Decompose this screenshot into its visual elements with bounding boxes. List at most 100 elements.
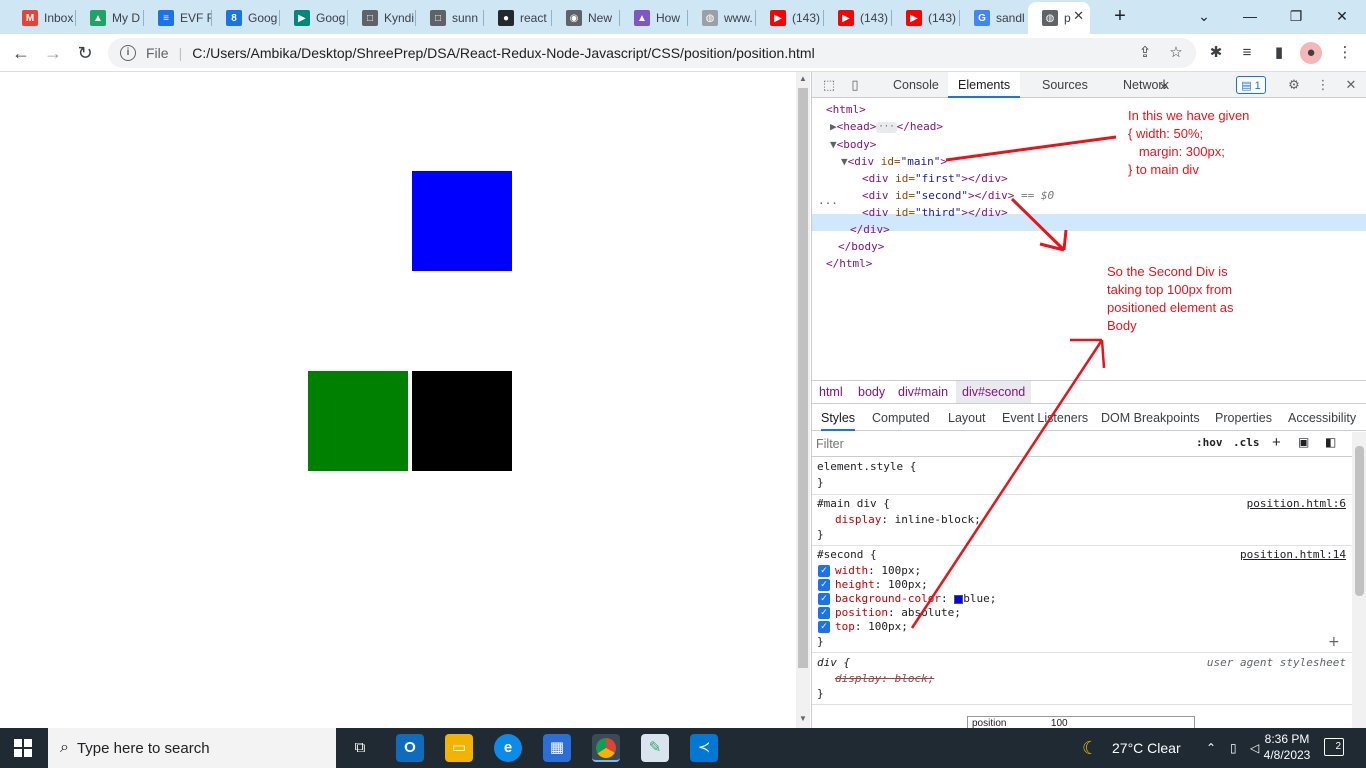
breadcrumb-div-second[interactable]: div#second (956, 381, 1032, 403)
profile-avatar[interactable]: ● (1300, 42, 1322, 64)
browser-tab[interactable]: ▶ (143) (892, 4, 960, 32)
browser-tab[interactable]: ▲ How (620, 4, 688, 32)
weather-text[interactable]: 27°C Clear (1112, 728, 1181, 768)
subtab-event-listeners[interactable]: Event Listeners (1002, 405, 1088, 431)
add-declaration-icon[interactable]: + (1328, 635, 1340, 649)
checkbox-width[interactable]: ✓ (818, 565, 830, 577)
width-declaration[interactable]: width: 100px; (835, 564, 921, 578)
browser-tab[interactable]: M Inbox (8, 4, 76, 32)
color-swatch[interactable] (954, 594, 964, 604)
inspect-element-icon[interactable]: ⬚ (820, 76, 838, 94)
browser-tab[interactable]: ▲ My D (76, 4, 144, 32)
checkbox-background-color[interactable]: ✓ (818, 593, 830, 605)
browser-tab[interactable]: ▶ (143) (824, 4, 892, 32)
dom-head[interactable]: ▶<head> ··· </head> (830, 118, 943, 135)
devtools-menu-icon[interactable]: ⋮ (1314, 76, 1332, 94)
subtab-dom-breakpoints[interactable]: DOM Breakpoints (1101, 405, 1200, 431)
issues-badge[interactable]: ▤ 1 (1236, 76, 1266, 94)
notification-center-icon[interactable]: 2 (1324, 738, 1344, 756)
tab-console[interactable]: Console (893, 72, 939, 98)
position-declaration[interactable]: position: absolute; (835, 606, 961, 620)
height-declaration[interactable]: height: 100px; (835, 578, 928, 592)
main-div-source-link[interactable]: position.html:6 (1247, 497, 1346, 511)
browser-tab[interactable]: Gsandl (960, 4, 1028, 32)
breadcrumb-html[interactable]: html (819, 381, 843, 403)
ua-display-declaration[interactable]: display: block; (835, 672, 934, 686)
new-tab-button[interactable]: + (1100, 4, 1140, 28)
volume-icon[interactable]: ◁ (1250, 728, 1259, 768)
scroll-thumb[interactable] (798, 88, 808, 668)
breadcrumb-div-main[interactable]: div#main (898, 381, 948, 403)
minimize-button[interactable]: — (1230, 4, 1270, 28)
styles-scrollbar[interactable] (1352, 432, 1366, 728)
extensions-icon[interactable]: ✱ (1205, 42, 1227, 64)
network-icon[interactable]: ▯ (1230, 728, 1237, 768)
browser-tab[interactable]: ▶ (143) (756, 4, 824, 32)
media-control-icon[interactable]: ≡ (1236, 42, 1258, 64)
subtab-accessibility[interactable]: Accessibility (1288, 405, 1356, 431)
new-rule-icon[interactable]: + (1272, 434, 1281, 451)
browser-tab[interactable]: ◉ New (552, 4, 620, 32)
checkbox-top[interactable]: ✓ (818, 621, 830, 633)
task-view-icon[interactable]: ⧉ (346, 734, 374, 762)
browser-tab[interactable]: 8 Goog (212, 4, 280, 32)
second-source-link[interactable]: position.html:14 (1240, 548, 1346, 562)
more-tabs-icon[interactable]: » (1160, 72, 1168, 98)
dom-second-div[interactable]: <div id="second"></div> == $0 (862, 187, 1054, 204)
share-icon[interactable]: ⇪ (1134, 42, 1156, 64)
browser-tab[interactable]: □ Kyndi (348, 4, 416, 32)
row-menu-icon[interactable]: ··· (818, 195, 838, 212)
main-div-selector[interactable]: #main div { (817, 497, 890, 511)
checkbox-height[interactable]: ✓ (818, 579, 830, 591)
top-declaration[interactable]: top: 100px; (835, 620, 908, 634)
collapse-triangle-icon[interactable]: ▼ (841, 155, 848, 168)
bookmark-star-icon[interactable]: ☆ (1165, 42, 1187, 64)
cls-toggle[interactable]: .cls (1233, 436, 1260, 449)
taskbar-search-box[interactable]: ⌕ Type here to search (48, 728, 336, 768)
subtab-properties[interactable]: Properties (1215, 405, 1272, 431)
computed-sidebar-icon[interactable]: ◧ (1325, 435, 1336, 449)
chrome-taskbar-icon[interactable] (592, 734, 620, 762)
dom-third-div[interactable]: <div id="third"></div> (862, 204, 1008, 221)
browser-tab[interactable]: ● react (484, 4, 552, 32)
breadcrumb-body[interactable]: body (858, 381, 885, 403)
menu-kebab-icon[interactable]: ⋮ (1334, 42, 1356, 64)
subtab-computed[interactable]: Computed (872, 405, 930, 431)
back-button[interactable]: ← (8, 40, 34, 66)
collapse-triangle-icon[interactable]: ▼ (830, 138, 837, 151)
close-window-button[interactable]: ✕ (1322, 4, 1362, 28)
checkbox-position[interactable]: ✓ (818, 607, 830, 619)
browser-tab[interactable]: ▶ Goog (280, 4, 348, 32)
page-scrollbar[interactable]: ▲ ▼ (796, 72, 810, 728)
address-bar[interactable]: i File | C:/Users/Ambika/Desktop/ShreePr… (108, 38, 1196, 68)
subtab-layout[interactable]: Layout (948, 405, 986, 431)
vscode-icon[interactable]: ≺ (690, 734, 718, 762)
browser-tab[interactable]: ◍ p ✕ (1028, 2, 1090, 34)
file-explorer-icon[interactable]: ▭ (445, 734, 473, 762)
subtab-styles[interactable]: Styles (821, 405, 856, 431)
dom-html-close[interactable]: </html> (826, 255, 872, 272)
browser-tab[interactable]: ◍ www. (688, 4, 756, 32)
hov-toggle[interactable]: :hov (1196, 436, 1223, 449)
side-panel-icon[interactable]: ▮ (1268, 42, 1290, 64)
browser-tab[interactable]: ≡ EVF F (144, 4, 212, 32)
weather-moon-icon[interactable]: ☾ (1082, 728, 1098, 768)
expand-triangle-icon[interactable]: ▶ (830, 120, 837, 133)
second-selector[interactable]: #second { (817, 548, 877, 562)
dom-html-open[interactable]: <html> (826, 101, 866, 118)
forward-button[interactable]: → (40, 40, 66, 66)
info-icon[interactable]: i (120, 45, 136, 61)
background-color-declaration[interactable]: background-color: blue; (835, 592, 996, 606)
clock[interactable]: 8:36 PM 4/8/2023 (1262, 731, 1312, 763)
styles-filter-input[interactable] (816, 435, 1176, 453)
display-declaration[interactable]: display: inline-block; (835, 513, 981, 527)
collapsed-ellipsis[interactable]: ··· (876, 121, 897, 133)
dom-body-open[interactable]: ▼<body> (830, 136, 876, 153)
device-toolbar-icon[interactable]: ▯ (846, 76, 864, 94)
store-icon[interactable]: ▦ (543, 734, 571, 762)
ua-div-selector[interactable]: div { (817, 656, 850, 670)
dom-main-div[interactable]: ▼<div id="main"> (841, 153, 947, 170)
tray-overflow-icon[interactable]: ⌃ (1206, 728, 1216, 768)
windows-start-icon[interactable] (14, 739, 32, 757)
maximize-button[interactable]: ❐ (1276, 4, 1316, 28)
